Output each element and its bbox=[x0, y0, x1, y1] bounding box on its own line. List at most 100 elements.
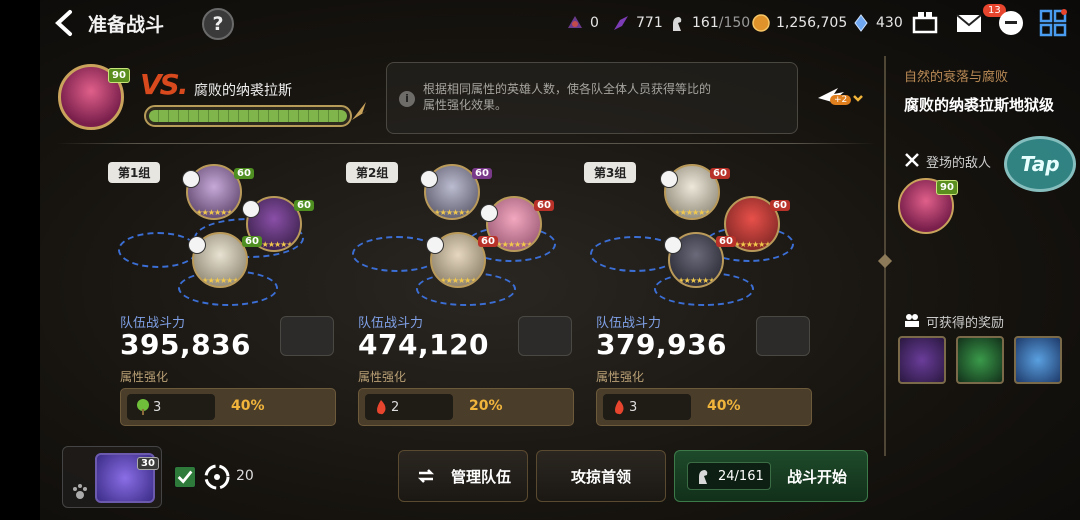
class-icon bbox=[182, 170, 200, 188]
manage-team-button[interactable]: 管理队伍 bbox=[398, 450, 528, 502]
help-button[interactable]: ? bbox=[202, 8, 234, 40]
resource-energy-a: 0 bbox=[566, 13, 599, 33]
start-battle-label: 战斗开始 bbox=[786, 467, 847, 486]
back-arrow-icon[interactable] bbox=[52, 9, 78, 37]
info-box: i 根据相同属性的英雄人数，使各队全体人员获得等比的属性强化效果。 bbox=[386, 62, 798, 134]
stage-info-panel: 自然的衰落与腐败 腐败的纳裘拉斯地狱级 登场的敌人 90 Tap 可获得的奖励 bbox=[877, 56, 1080, 520]
hero-level: 60 bbox=[770, 200, 790, 211]
start-battle-button[interactable]: 24/161 战斗开始 bbox=[674, 450, 868, 502]
auto-repeat-count: 20 bbox=[236, 468, 254, 484]
team-power-value: 395,836 bbox=[120, 328, 252, 361]
section-divider bbox=[56, 143, 876, 144]
boss-strategy-label: 攻掠首领 bbox=[570, 467, 631, 486]
stamina-knight-icon bbox=[699, 470, 708, 484]
team-tag: 第3组 bbox=[584, 162, 637, 183]
stage-subtitle: 自然的衰落与腐败 bbox=[904, 70, 1009, 85]
vs-label: VS. bbox=[140, 68, 189, 101]
top-bar: 准备战斗 ? 0 771 161/150 1,256,705 430 13 bbox=[40, 0, 1080, 46]
stamina-cost: 24/161 bbox=[718, 468, 764, 484]
crossed-swords-icon bbox=[905, 153, 919, 167]
hero-stars: ★★★★★★ bbox=[495, 240, 533, 249]
hero-level: 60 bbox=[294, 200, 314, 211]
hero-stars: ★★★★★★ bbox=[433, 208, 471, 217]
class-icon bbox=[664, 236, 682, 254]
auto-repeat-icon bbox=[204, 464, 230, 490]
class-icon bbox=[188, 236, 206, 254]
attr-bar: 3 40% bbox=[120, 388, 336, 426]
attr-count: 3 bbox=[629, 399, 638, 415]
hero-level: 60 bbox=[710, 168, 730, 179]
shop-icon[interactable] bbox=[910, 8, 940, 38]
hero-stars: ★★★★★★ bbox=[195, 208, 233, 217]
stamina-cost-box: 24/161 bbox=[687, 462, 771, 490]
hero-level: 60 bbox=[242, 236, 262, 247]
mail-icon[interactable] bbox=[954, 8, 984, 38]
reward-item-mystery-green[interactable] bbox=[956, 336, 1004, 384]
formation-button[interactable] bbox=[756, 316, 810, 356]
panel-border-ornament bbox=[877, 253, 893, 269]
boss-hp-fill bbox=[149, 110, 347, 122]
menu-grid-icon[interactable] bbox=[1038, 8, 1068, 38]
hp-bar-wing-icon bbox=[352, 102, 368, 120]
hero-stars: ★★★★★★ bbox=[201, 276, 239, 285]
buff-count-badge: +2 bbox=[830, 95, 852, 105]
attr-percent: 40% bbox=[231, 398, 265, 414]
pet-level: 30 bbox=[137, 457, 159, 470]
attr-label: 属性强化 bbox=[358, 370, 407, 384]
attr-count: 3 bbox=[153, 399, 162, 415]
boss-panel: 90 VS. 腐败的纳裘拉斯 i 根据相同属性的英雄人数，使各队全体人员获得等比… bbox=[52, 60, 877, 140]
attr-count: 2 bbox=[391, 399, 400, 415]
hero-stars: ★★★★★★ bbox=[677, 276, 715, 285]
reward-item-weapon[interactable] bbox=[898, 336, 946, 384]
boss-level: 90 bbox=[108, 68, 130, 83]
team-power-value: 474,120 bbox=[358, 328, 490, 361]
hero-stars: ★★★★★★ bbox=[673, 208, 711, 217]
enemy-level: 90 bbox=[936, 180, 958, 195]
chat-icon[interactable] bbox=[996, 8, 1026, 38]
auto-battle-checkbox[interactable] bbox=[174, 466, 196, 488]
class-icon bbox=[480, 204, 498, 222]
hero-level: 60 bbox=[716, 236, 736, 247]
formation-button[interactable] bbox=[280, 316, 334, 356]
reward-item-mystery-blue[interactable] bbox=[1014, 336, 1062, 384]
boss-hp-bar bbox=[144, 105, 352, 127]
manage-team-label: 管理队伍 bbox=[450, 467, 511, 486]
team-card-3[interactable]: 第3组 ★★★★★★ ★★★★★★ ★★★★★★ 60 60 60 队伍战斗力 … bbox=[584, 160, 814, 430]
void-energy-icon bbox=[614, 16, 628, 30]
hero-level: 60 bbox=[478, 236, 498, 247]
boss-strategy-button[interactable]: 攻掠首领 bbox=[536, 450, 666, 502]
hero-stars: ★★★★★★ bbox=[439, 276, 477, 285]
attr-bar: 2 20% bbox=[358, 388, 574, 426]
gold-value: 1,256,705 bbox=[776, 15, 848, 31]
reward-people-icon bbox=[905, 314, 919, 327]
energy-a-value: 0 bbox=[590, 15, 599, 31]
hero-stars: ★★★★★★ bbox=[733, 240, 771, 249]
team-power-value: 379,936 bbox=[596, 328, 728, 361]
class-icon bbox=[242, 200, 260, 218]
screen-notch-strip bbox=[0, 0, 40, 520]
page-title: 准备战斗 bbox=[88, 14, 165, 36]
enemies-header: 登场的敌人 bbox=[904, 152, 991, 171]
team-tag: 第1组 bbox=[108, 162, 161, 183]
team-tag: 第2组 bbox=[346, 162, 399, 183]
dark-energy-icon bbox=[568, 16, 582, 28]
attr-label: 属性强化 bbox=[120, 370, 169, 384]
tap-overlay-button[interactable]: Tap bbox=[1004, 136, 1076, 192]
attr-label: 属性强化 bbox=[596, 370, 645, 384]
formation-button[interactable] bbox=[518, 316, 572, 356]
info-text: 根据相同属性的英雄人数，使各队全体人员获得等比的属性强化效果。 bbox=[423, 82, 712, 112]
swap-arrows-icon bbox=[417, 469, 435, 483]
attr-count-box: 3 bbox=[603, 394, 691, 420]
fire-icon bbox=[615, 400, 624, 415]
attr-bar: 3 40% bbox=[596, 388, 812, 426]
rewards-label: 可获得的奖励 bbox=[926, 316, 1005, 331]
nature-tree-icon bbox=[137, 399, 149, 415]
class-icon bbox=[420, 170, 438, 188]
resource-energy-b: 771 bbox=[612, 13, 663, 33]
hero-level: 60 bbox=[472, 168, 492, 179]
slot-ring bbox=[118, 232, 198, 268]
stamina-knight-icon bbox=[673, 17, 682, 31]
team-card-1[interactable]: 第1组 ★★★★★★ ★★★★★★ ★★★★★★ 60 60 60 队伍战斗力 … bbox=[108, 160, 338, 430]
pet-slot[interactable]: 30 bbox=[62, 446, 162, 508]
team-card-2[interactable]: 第2组 ★★★★★★ ★★★★★★ ★★★★★★ 60 60 60 队伍战斗力 … bbox=[346, 160, 576, 430]
